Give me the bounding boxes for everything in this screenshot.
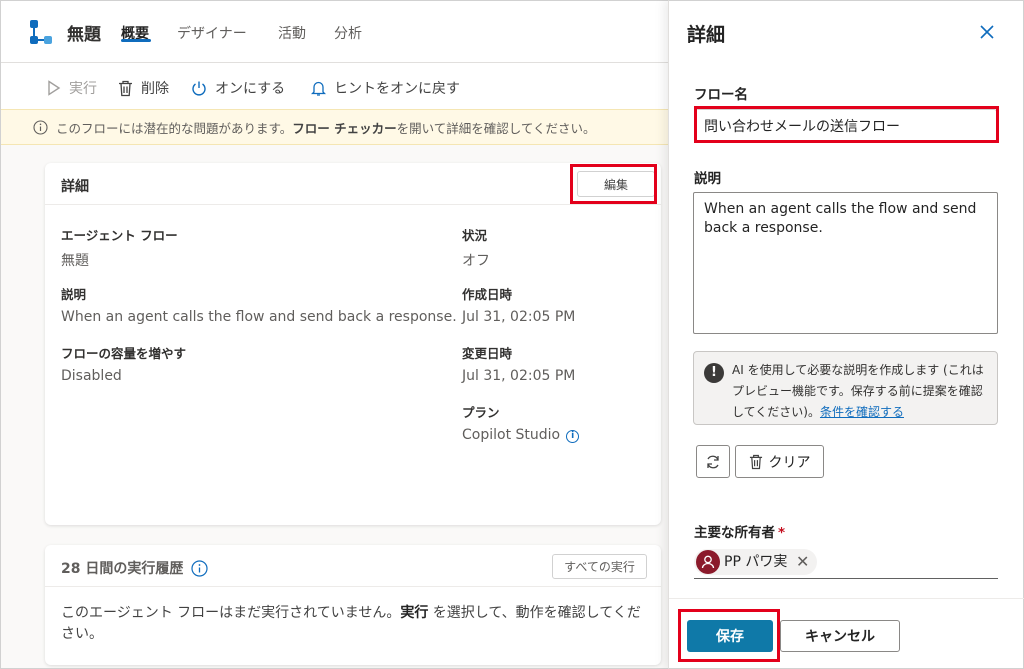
description-textarea[interactable]: When an agent calls the flow and send ba… (693, 192, 998, 334)
field-value: Copilot Studio i (462, 427, 580, 443)
flow-title: 無題 (67, 25, 101, 45)
flow-overview-page: 無題 概要 デザイナー 活動 分析 実行 削除 オンにする ヒントをオンに戻す … (0, 0, 668, 669)
active-tab-indicator (121, 39, 151, 42)
field-value: 無題 (61, 253, 89, 269)
field-label: 説明 (61, 287, 87, 302)
run-history-title: 28 日間の実行履歴 (61, 558, 208, 578)
run-label: 実行 (69, 81, 97, 97)
run-history-card: 28 日間の実行履歴 すべての実行 このエージェント フローはまだ実行されていま… (45, 545, 661, 665)
top-nav: 無題 概要 デザイナー 活動 分析 (1, 1, 668, 63)
run-history-title-text: 28 日間の実行履歴 (61, 561, 184, 577)
field-agent-flow: エージェント フロー 無題 (61, 225, 178, 270)
delete-button[interactable]: 削除 (118, 78, 169, 98)
review-terms-link[interactable]: 条件を確認する (820, 405, 904, 419)
details-edit-panel: 詳細 フロー名 説明 When an agent calls the flow … (668, 0, 1024, 669)
save-button[interactable]: 保存 (687, 620, 773, 652)
delete-label: 削除 (141, 81, 169, 97)
field-value: オフ (462, 253, 490, 269)
primary-owner-label-text: 主要な所有者 (694, 525, 775, 541)
flow-checker-banner: このフローには潜在的な問題があります。 フロー チェッカー を開いて詳細を確認し… (1, 109, 668, 145)
regenerate-button[interactable] (696, 445, 730, 478)
details-card: 詳細 編集 エージェント フロー 無題 説明 When an agent cal… (45, 163, 661, 525)
info-icon (33, 119, 48, 135)
command-bar: 実行 削除 オンにする ヒントをオンに戻す (1, 63, 668, 109)
turn-on-button[interactable]: オンにする (191, 78, 285, 98)
field-capacity: フローの容量を増やす Disabled (61, 343, 186, 384)
banner-text-after: を開いて詳細を確認してください。 (396, 120, 596, 136)
play-icon (48, 80, 61, 96)
avatar (696, 550, 720, 574)
bell-icon (311, 81, 326, 96)
flow-app-icon (30, 20, 52, 44)
tab-designer[interactable]: デザイナー (177, 23, 247, 43)
info-icon[interactable]: i (566, 430, 580, 443)
required-asterisk: * (778, 525, 786, 541)
run-history-message: このエージェント フローはまだ実行されていません。実行 を選択して、動作を確認し… (61, 603, 641, 645)
field-value: Disabled (61, 368, 122, 384)
clear-label: クリア (768, 454, 811, 471)
field-value: When an agent calls the flow and send ba… (61, 309, 457, 325)
panel-footer: 保存 キャンセル (669, 598, 1024, 669)
close-icon[interactable] (977, 22, 997, 42)
trash-icon (119, 80, 132, 96)
flow-checker-link[interactable]: フロー チェッカー (292, 118, 396, 137)
field-label: 作成日時 (462, 287, 513, 302)
field-label: フローの容量を増やす (61, 346, 187, 361)
field-value: Jul 31, 02:05 PM (462, 309, 576, 325)
restore-hints-button[interactable]: ヒントをオンに戻す (311, 78, 460, 98)
owner-persona-chip: PP パワ実 ✕ (694, 549, 818, 575)
ai-notice-text: AI を使用して必要な説明を作成します (これはプレビュー機能です。保存する前に… (732, 360, 994, 423)
owner-name: PP パワ実 (724, 554, 788, 570)
remove-owner-icon[interactable]: ✕ (796, 549, 809, 575)
power-icon (192, 81, 206, 95)
info-icon[interactable] (191, 559, 208, 577)
field-label: プラン (462, 405, 500, 420)
field-label: 変更日時 (462, 346, 513, 361)
field-modified: 変更日時 Jul 31, 02:05 PM (462, 343, 575, 384)
details-card-title: 詳細 (61, 179, 89, 195)
trash-icon (749, 454, 762, 469)
clear-button[interactable]: クリア (735, 445, 824, 478)
details-card-header: 詳細 編集 (45, 163, 661, 205)
tab-analytics[interactable]: 分析 (334, 23, 362, 43)
description-label: 説明 (694, 171, 721, 187)
field-value: Jul 31, 02:05 PM (462, 368, 576, 384)
restore-hints-label: ヒントをオンに戻す (334, 81, 460, 97)
run-history-header: 28 日間の実行履歴 すべての実行 (45, 545, 661, 587)
all-runs-button[interactable]: すべての実行 (552, 554, 647, 579)
primary-owner-label: 主要な所有者 * (694, 521, 785, 541)
turn-on-label: オンにする (215, 81, 286, 97)
edit-button[interactable]: 編集 (577, 171, 655, 197)
field-label: 状況 (462, 228, 488, 243)
banner-text: このフローには潜在的な問題があります。 (56, 120, 293, 136)
field-created: 作成日時 Jul 31, 02:05 PM (462, 284, 575, 325)
field-plan: プラン Copilot Studio i (462, 402, 580, 443)
field-status: 状況 オフ (462, 225, 490, 270)
cancel-button[interactable]: キャンセル (780, 620, 900, 652)
message-run-keyword: 実行 (400, 605, 429, 621)
tab-activity[interactable]: 活動 (278, 23, 306, 43)
warning-icon: ! (704, 363, 724, 383)
message-text: このエージェント フローはまだ実行されていません。 (61, 605, 401, 621)
flow-name-input[interactable] (695, 109, 997, 142)
field-description: 説明 When an agent calls the flow and send… (61, 284, 457, 325)
field-label: エージェント フロー (61, 228, 178, 243)
person-icon (701, 555, 715, 569)
owner-picker[interactable]: PP パワ実 ✕ (694, 547, 998, 579)
flow-name-label: フロー名 (694, 87, 748, 103)
plan-value: Copilot Studio (462, 427, 561, 443)
panel-title: 詳細 (687, 24, 726, 46)
ai-notice: ! AI を使用して必要な説明を作成します (これはプレビュー機能です。保存する… (693, 351, 998, 425)
run-button[interactable]: 実行 (47, 78, 97, 98)
refresh-icon (707, 455, 719, 468)
